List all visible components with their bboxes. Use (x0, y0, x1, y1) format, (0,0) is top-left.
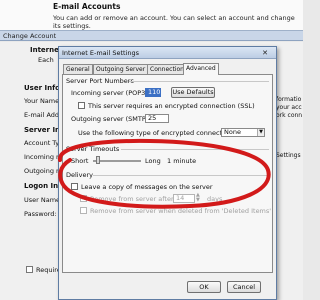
password-label: Password: (24, 210, 57, 218)
tab-general[interactable]: General (63, 64, 93, 74)
tab-advanced[interactable]: Advanced (183, 63, 219, 75)
leave-copy-label: Leave a copy of messages on the server (81, 183, 213, 191)
divider (121, 149, 269, 150)
timeout-slider-track[interactable] (93, 160, 141, 162)
right-text-3: ork conn (276, 112, 303, 119)
tab-connection[interactable]: Connection (147, 64, 187, 74)
timeout-value: 1 minute (167, 157, 197, 165)
back-heading-sub: Each (38, 56, 54, 64)
close-icon[interactable]: ✕ (257, 48, 273, 58)
encryption-label: Use the following type of encrypted conn… (78, 129, 235, 137)
timeout-short-label: Short (71, 157, 89, 165)
encryption-select[interactable]: None ▼ (221, 128, 265, 137)
right-text-1: formatio (276, 96, 302, 103)
divider (93, 175, 269, 176)
email-label: E-mail Addr (24, 111, 62, 119)
remove-deleted-checkbox[interactable] (80, 207, 87, 214)
days-spinner-icon[interactable]: ▲ ▼ (196, 193, 200, 203)
more-settings-partial[interactable]: Settings (276, 152, 301, 159)
leave-copy-checkbox[interactable] (71, 183, 78, 190)
account-type-label: Account Ty (24, 139, 60, 147)
dialog-titlebar: Internet E-mail Settings ✕ (59, 47, 276, 59)
header-title: E-mail Accounts (53, 2, 121, 11)
server-info-heading: Server In (24, 126, 61, 134)
days-input[interactable]: 14 (173, 194, 195, 203)
change-account-titlebar: Change Account (0, 30, 303, 41)
divider (129, 81, 269, 82)
use-defaults-button[interactable]: Use Defaults (171, 87, 215, 98)
server-timeouts-heading: Server Timeouts (66, 145, 120, 153)
require-checkbox[interactable] (26, 266, 33, 273)
remove-deleted-label: Remove from server when deleted from 'De… (90, 207, 272, 215)
days-unit-label: days (207, 195, 223, 203)
ok-button[interactable]: OK (187, 281, 221, 293)
tab-outgoing-server[interactable]: Outgoing Server (93, 64, 149, 74)
outgoing-server-label: Outgoing server (SMTP): (71, 115, 151, 123)
internet-email-settings-dialog: Internet E-mail Settings ✕ General Outgo… (58, 46, 277, 300)
encryption-value: None (224, 128, 241, 136)
ssl-label: This server requires an encrypted connec… (88, 102, 255, 110)
advanced-panel: Server Port Numbers Incoming server (POP… (62, 74, 273, 273)
ssl-checkbox[interactable] (78, 102, 85, 109)
accounts-header: E-mail Accounts You can add or remove an… (0, 0, 303, 30)
delivery-heading: Delivery (66, 171, 93, 179)
dialog-title: Internet E-mail Settings (62, 49, 139, 57)
cancel-button[interactable]: Cancel (227, 281, 261, 293)
right-text-2: your acc (276, 104, 302, 111)
header-subtitle: You can add or remove an account. You ca… (53, 14, 295, 30)
outgoing-port-input[interactable]: 25 (145, 114, 169, 123)
incoming-mail-label: Incoming m (24, 153, 63, 161)
chevron-down-icon: ▼ (257, 129, 264, 136)
logon-info-heading: Logon Inf (24, 182, 62, 190)
user-info-heading: User Info (24, 84, 60, 92)
timeout-long-label: Long (145, 157, 161, 165)
server-ports-heading: Server Port Numbers (66, 77, 134, 85)
incoming-port-input[interactable]: 110 (145, 88, 161, 97)
change-account-title: Change Account (3, 32, 57, 40)
your-name-label: Your Name: (24, 97, 62, 105)
incoming-server-label: Incoming server (POP3): (71, 89, 151, 97)
timeout-slider-thumb[interactable] (96, 156, 100, 164)
outgoing-mail-label: Outgoing m (24, 167, 63, 175)
user-name-label: User Name (24, 196, 61, 204)
remove-after-label: Remove from server after (90, 195, 174, 203)
remove-after-checkbox[interactable]: ✓ (80, 195, 87, 202)
